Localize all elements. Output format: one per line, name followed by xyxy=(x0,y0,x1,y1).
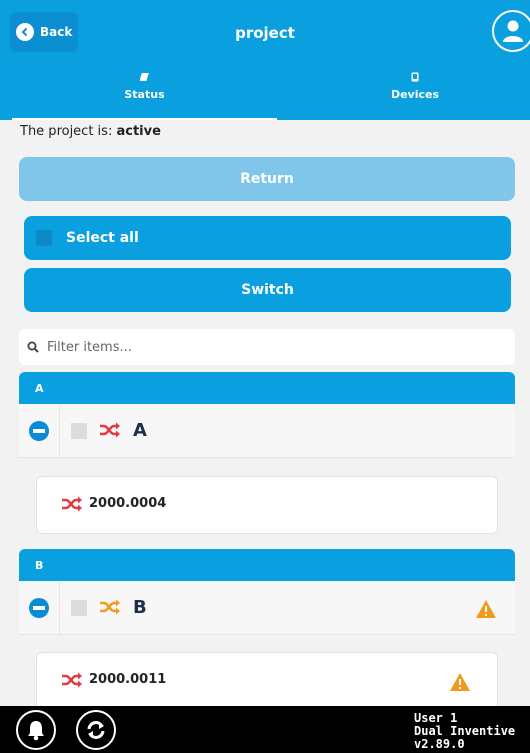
group-header-label: A xyxy=(35,381,44,395)
status-prefix: The project is: xyxy=(20,124,113,139)
app-header: Back project Status Devices xyxy=(0,0,530,120)
group-checkbox[interactable] xyxy=(71,600,87,616)
item-name: 2000.0004 xyxy=(89,496,167,511)
collapse-icon[interactable] xyxy=(29,598,49,618)
shuffle-icon xyxy=(100,422,120,438)
notifications-button[interactable] xyxy=(16,710,56,750)
shuffle-icon xyxy=(100,599,120,615)
bottom-bar: User 1 Dual Inventive v2.89.0 xyxy=(0,706,530,753)
app-version: v2.89.0 xyxy=(414,737,465,751)
tab-devices-label: Devices xyxy=(390,88,440,101)
group-header-label: B xyxy=(35,558,44,572)
switch-button[interactable]: Switch xyxy=(24,268,511,312)
switch-label: Switch xyxy=(241,282,294,298)
shuffle-icon xyxy=(62,496,82,512)
divider xyxy=(59,581,60,635)
group-row-b[interactable]: B xyxy=(19,581,515,635)
status-value: active xyxy=(116,124,161,139)
warning-icon xyxy=(476,600,496,618)
warning-icon xyxy=(450,673,470,691)
tag-icon xyxy=(139,73,149,81)
page-title: project xyxy=(235,24,295,42)
group-checkbox[interactable] xyxy=(71,423,87,439)
collapse-icon[interactable] xyxy=(29,421,49,441)
group-header-a: A xyxy=(19,372,515,404)
search-icon xyxy=(27,341,39,353)
group-row-a[interactable]: A xyxy=(19,404,515,458)
sync-icon xyxy=(87,721,105,739)
device-icon xyxy=(411,72,419,82)
tab-devices[interactable]: Devices xyxy=(285,68,530,120)
tab-status-label: Status xyxy=(124,88,165,101)
group-name: B xyxy=(133,597,147,618)
item-name: 2000.0011 xyxy=(89,672,167,687)
group-name: A xyxy=(133,420,147,441)
select-all-button[interactable]: Select all xyxy=(24,216,511,260)
filter-input[interactable]: Filter items... xyxy=(19,329,515,365)
project-status: The project is: active xyxy=(20,124,161,139)
tab-status[interactable]: Status xyxy=(12,68,277,120)
select-all-label: Select all xyxy=(66,230,139,246)
user-info: User 1 Dual Inventive v2.89.0 xyxy=(414,712,515,751)
user-button[interactable] xyxy=(492,10,530,52)
list-item-2000-0004[interactable]: 2000.0004 xyxy=(36,476,498,534)
divider xyxy=(59,404,60,458)
select-all-checkbox[interactable] xyxy=(36,230,52,246)
shuffle-icon xyxy=(62,672,82,688)
user-icon xyxy=(503,20,523,42)
group-header-b: B xyxy=(19,549,515,581)
bell-icon xyxy=(28,721,44,741)
list-item-2000-0011[interactable]: 2000.0011 xyxy=(36,652,498,710)
return-button[interactable]: Return xyxy=(19,157,515,201)
filter-placeholder: Filter items... xyxy=(47,339,132,355)
sync-button[interactable] xyxy=(76,710,116,750)
return-label: Return xyxy=(240,171,294,187)
